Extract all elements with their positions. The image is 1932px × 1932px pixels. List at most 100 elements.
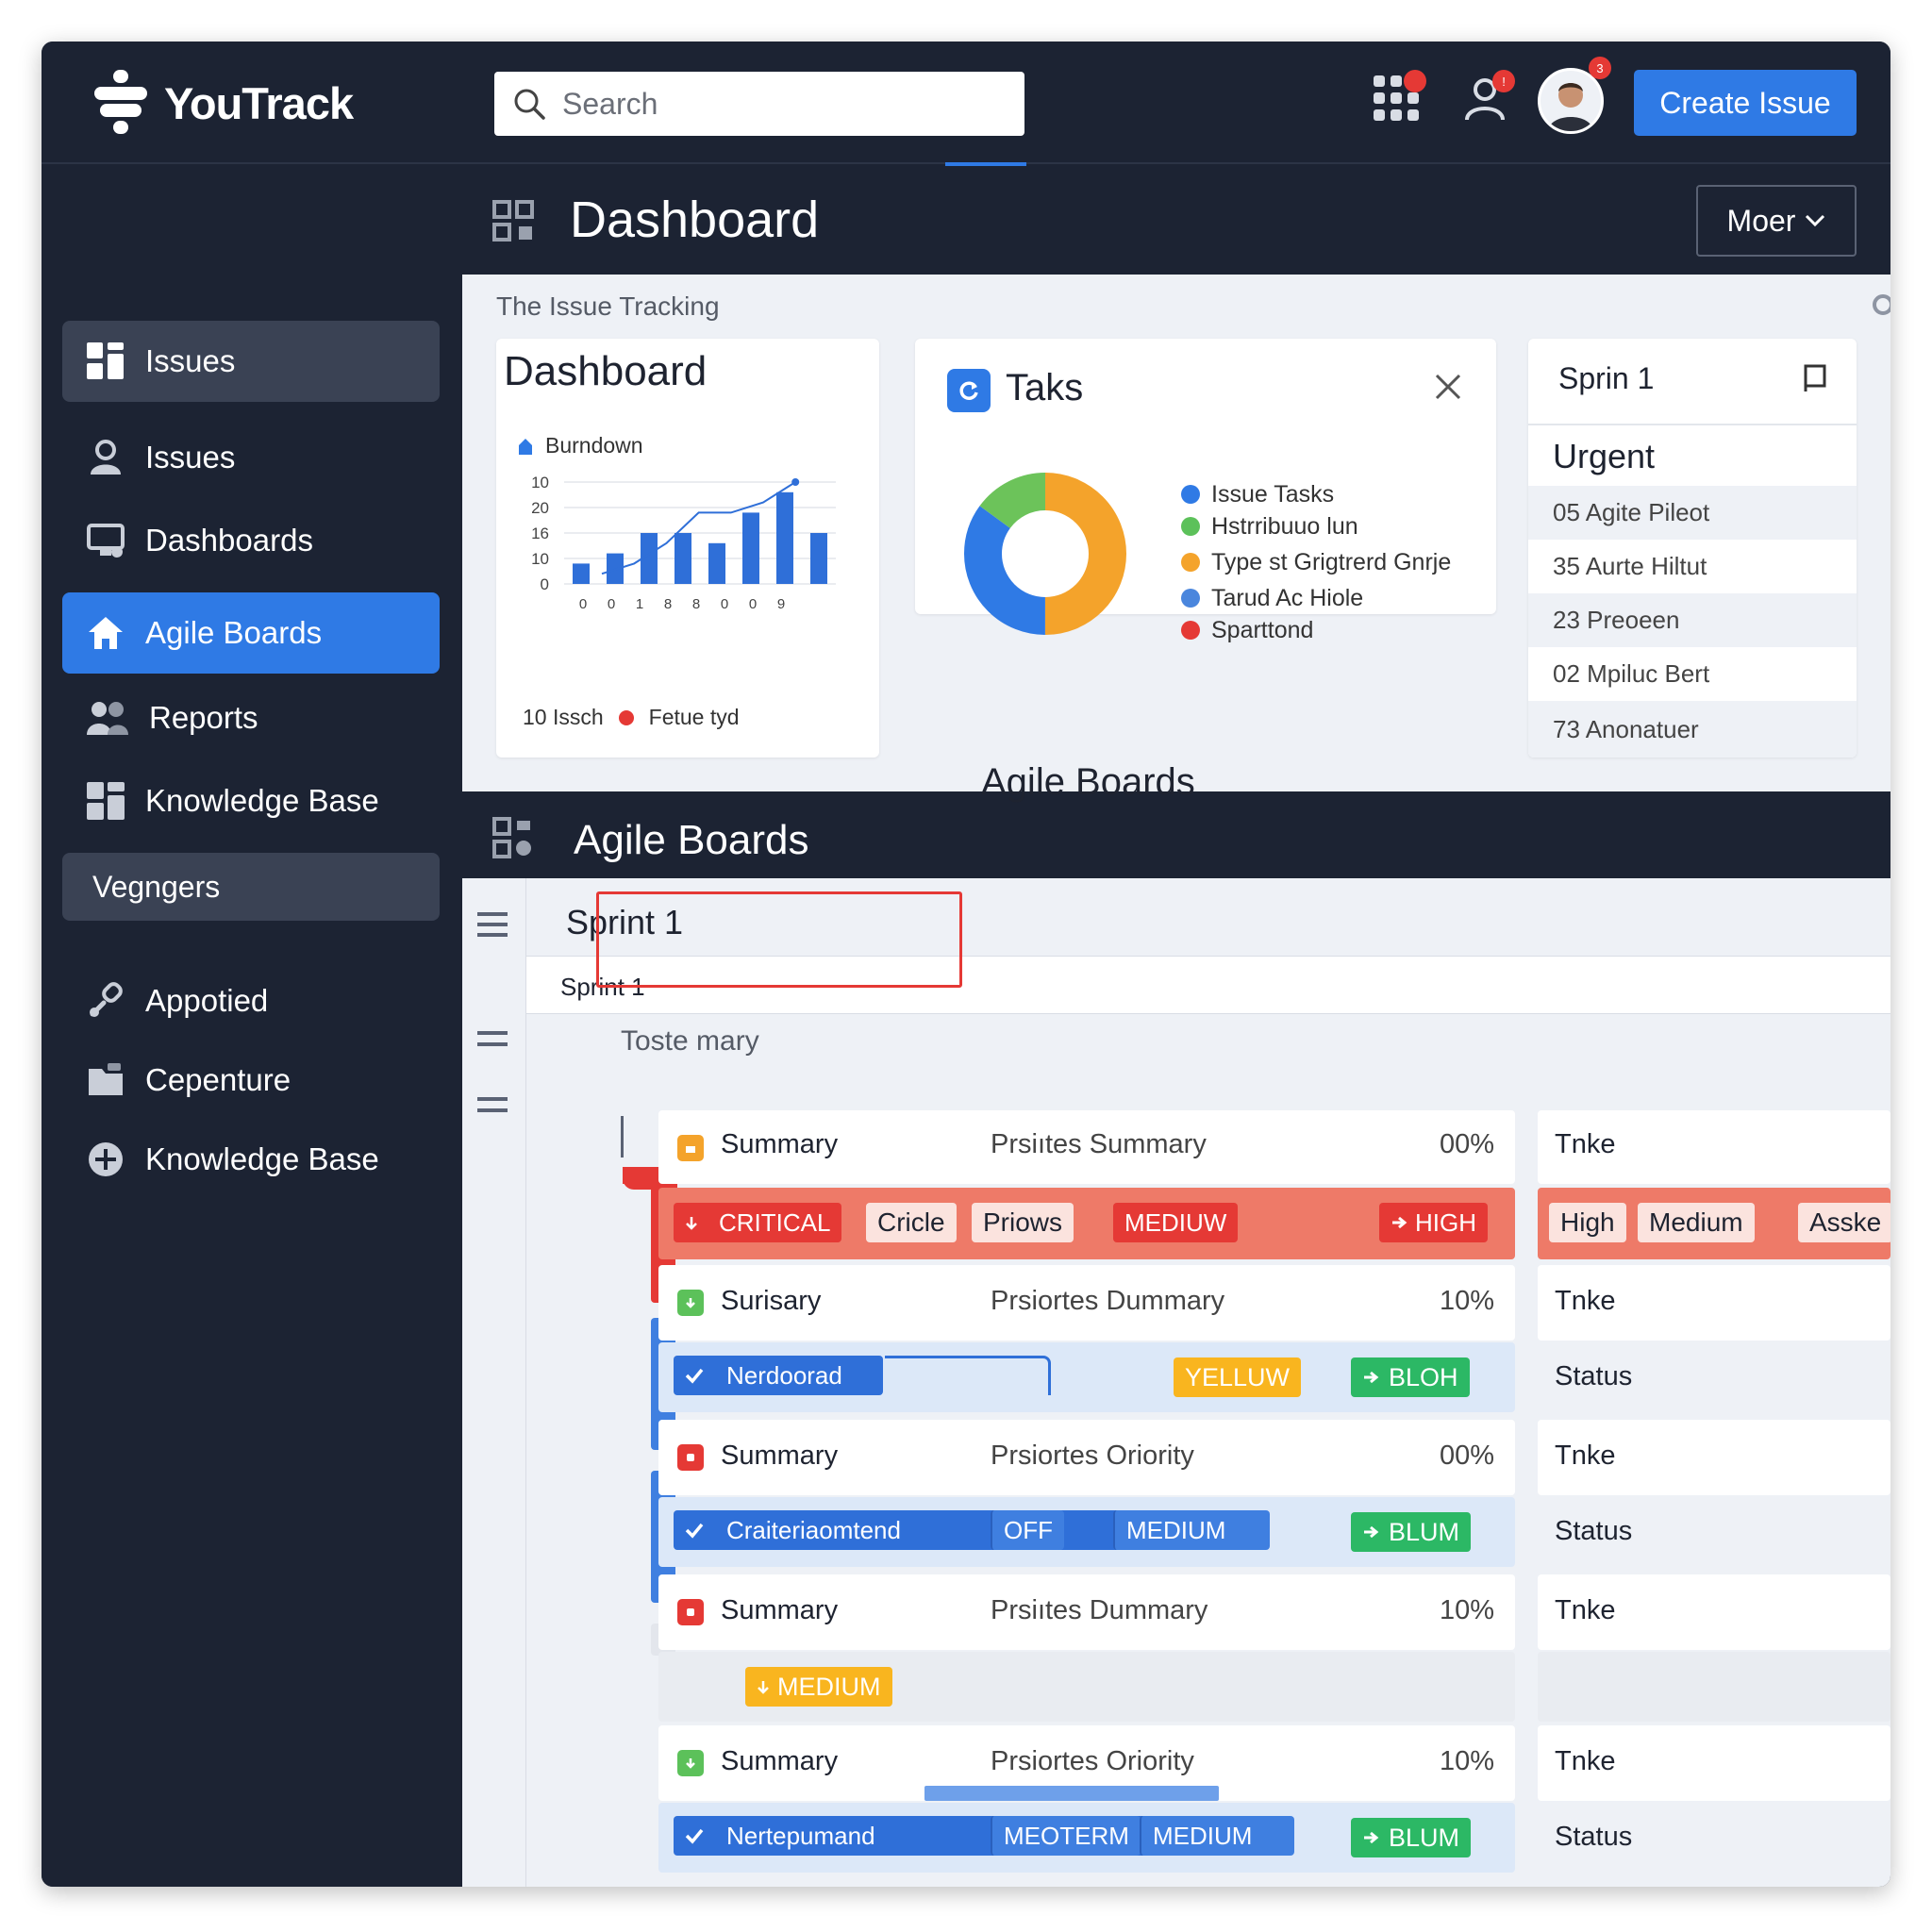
right-cell[interactable]: Tnke: [1538, 1574, 1890, 1650]
urgent-row[interactable]: 23 Preoeen: [1528, 593, 1857, 647]
trend-line: [601, 481, 796, 575]
sidebar-item-label: Knowledge Base: [145, 783, 379, 818]
issue-card[interactable]: Surisary Prsiortes Dummary 10%: [658, 1265, 1515, 1341]
sidebar-item-label: Appotied: [145, 983, 269, 1018]
sidebar-section-header[interactable]: Vegngers: [62, 853, 440, 921]
high-tag[interactable]: HIGH: [1379, 1203, 1488, 1242]
sidebar-item-dashboards[interactable]: Dashboards: [62, 500, 440, 581]
create-issue-button[interactable]: Create Issue: [1634, 70, 1857, 136]
x-tick-label: 0: [608, 596, 615, 612]
issue-percent: 00%: [1440, 1441, 1495, 1471]
menu-icon[interactable]: [477, 910, 508, 939]
tasks-card[interactable]: Taks Issue Tasks Hstrribuuo lun Type st …: [915, 339, 1496, 643]
x-tick-label: 0: [749, 596, 757, 612]
issue-summary: Summary: [721, 1441, 839, 1471]
agile-board: Sprint 1 Sprint 1 Toste mary Summary Prs…: [462, 878, 1890, 1887]
sidebar-item-issues-main[interactable]: Issues: [62, 321, 440, 402]
sidebar-item-reports[interactable]: Reports: [62, 677, 440, 758]
close-icon[interactable]: [1434, 373, 1462, 401]
users-button[interactable]: !: [1455, 68, 1515, 128]
priority-tag[interactable]: Asske: [1798, 1203, 1890, 1242]
status-row: MEDIUM: [658, 1652, 1515, 1722]
collapse-icon[interactable]: [477, 1029, 508, 1050]
sidebar-item-agile-boards[interactable]: Agile Boards: [62, 592, 440, 674]
urgent-row[interactable]: 73 Anonatuer: [1528, 701, 1857, 758]
top-bar: YouTrack !: [42, 42, 1890, 166]
progress-bar: [924, 1786, 1219, 1801]
urgent-row[interactable]: 05 Agite Pileot: [1528, 486, 1857, 540]
sidebar-item-cepenture[interactable]: Cepenture: [62, 1040, 440, 1121]
sidebar-item-knowledge-base[interactable]: Knowledge Base: [62, 760, 440, 841]
cricle-tag[interactable]: Cricle: [866, 1203, 957, 1242]
issue-summary: Surisary: [721, 1286, 822, 1316]
card-title: Sprin 1: [1558, 361, 1655, 395]
sprint-card[interactable]: Sprin 1 Urgent 05 Agite Pileot 35 Aurte …: [1528, 339, 1857, 758]
yellow-tag[interactable]: YELLUW: [1174, 1357, 1302, 1397]
priority-tag[interactable]: Medium: [1638, 1203, 1755, 1242]
swimlane-marker: [621, 1116, 624, 1158]
legend-label: Type st Grigtrerd Gnrje: [1211, 548, 1452, 575]
issue-percent: 00%: [1440, 1129, 1495, 1159]
apps-button[interactable]: [1366, 68, 1426, 128]
blum-tag[interactable]: BLUM: [1351, 1512, 1472, 1552]
issue-percent: 10%: [1440, 1595, 1495, 1625]
sidebar-item-label: Knowledge Base: [145, 1141, 379, 1176]
more-button[interactable]: Moer: [1696, 185, 1857, 257]
arrow-icon: [1364, 1831, 1379, 1844]
right-cell[interactable]: Tnke: [1538, 1110, 1890, 1184]
issue-card[interactable]: Summary Prsiıtes Summary 00%: [658, 1110, 1515, 1184]
issue-card[interactable]: Summary Prsiıtes Dummary 10%: [658, 1574, 1515, 1650]
issue-card[interactable]: Summary Prsiortes Oriority 00%: [658, 1420, 1515, 1495]
status-name-tag[interactable]: Nerdoorad: [674, 1356, 883, 1395]
arrow-icon: [1364, 1371, 1379, 1384]
tag-label: BLUM: [1389, 1517, 1460, 1546]
critical-tag[interactable]: CRITICAL: [674, 1203, 842, 1242]
sidebar-item-appotied[interactable]: Appotied: [62, 960, 440, 1041]
right-cell[interactable]: Tnke: [1538, 1420, 1890, 1495]
issue-percent: 10%: [1440, 1746, 1495, 1776]
donut-chart: [964, 473, 1126, 635]
issue-type-icon: [677, 1444, 704, 1471]
meoterm-tag[interactable]: MEOTERM: [991, 1816, 1141, 1856]
settings-icon[interactable]: [1872, 293, 1890, 316]
bookmark-icon[interactable]: [1802, 363, 1828, 393]
legend-label: Sparttond: [1211, 616, 1314, 643]
collapse-icon[interactable]: [477, 1095, 508, 1116]
right-cell[interactable]: Status: [1538, 1497, 1890, 1567]
mediuw-tag[interactable]: MEDIUW: [1113, 1203, 1239, 1242]
search-box[interactable]: [494, 72, 1024, 136]
medium-tag[interactable]: MEDIUM: [1113, 1510, 1270, 1550]
y-tick-label: 16: [531, 525, 549, 542]
status-row: Nerdoorad YELLUW BLOH: [658, 1342, 1515, 1412]
urgent-row[interactable]: 02 Mpiluc Bert: [1528, 647, 1857, 701]
swimlane-title: Toste mary: [621, 1025, 759, 1057]
tag-label: BLOH: [1389, 1362, 1458, 1391]
x-tick-label: 8: [692, 596, 700, 612]
priows-tag[interactable]: Priows: [972, 1203, 1074, 1242]
blum-tag[interactable]: BLUM: [1351, 1818, 1472, 1857]
right-cell[interactable]: Status: [1538, 1803, 1890, 1873]
check-icon: [685, 1828, 704, 1844]
urgent-row[interactable]: 35 Aurte Hiltut: [1528, 540, 1857, 593]
priority-tag[interactable]: High: [1549, 1203, 1626, 1242]
issue-type-icon: [677, 1135, 704, 1161]
right-cell-label: Tnke: [1555, 1286, 1616, 1316]
right-cell[interactable]: Status: [1538, 1342, 1890, 1412]
legend-label: Tarud Ac Hiole: [1211, 584, 1364, 611]
sidebar-item-knowledge-base-2[interactable]: Knowledge Base: [62, 1119, 440, 1200]
bar: [675, 533, 691, 584]
medium-tag[interactable]: MEDIUM: [745, 1667, 892, 1707]
bloh-tag[interactable]: BLOH: [1351, 1357, 1470, 1397]
off-tag[interactable]: OFF: [991, 1510, 1064, 1550]
right-cell[interactable]: Tnke: [1538, 1265, 1890, 1341]
sidebar-item-issues[interactable]: Issues: [62, 417, 440, 498]
x-tick-label: 0: [579, 596, 587, 612]
card-footer: 10 Issch Fetue tyd: [523, 705, 740, 730]
right-cell[interactable]: Tnke: [1538, 1725, 1890, 1801]
legend-dot-icon: [1181, 553, 1200, 572]
red-dot-icon: [618, 709, 634, 725]
logo[interactable]: YouTrack: [94, 70, 354, 136]
medium-tag[interactable]: MEDIUM: [1140, 1816, 1294, 1856]
dashboard-card[interactable]: Dashboard Burndown 10 20 16 10 0 0 0 1 8 8 0 0 9 10 …: [496, 339, 879, 758]
search-input[interactable]: [562, 86, 1015, 122]
